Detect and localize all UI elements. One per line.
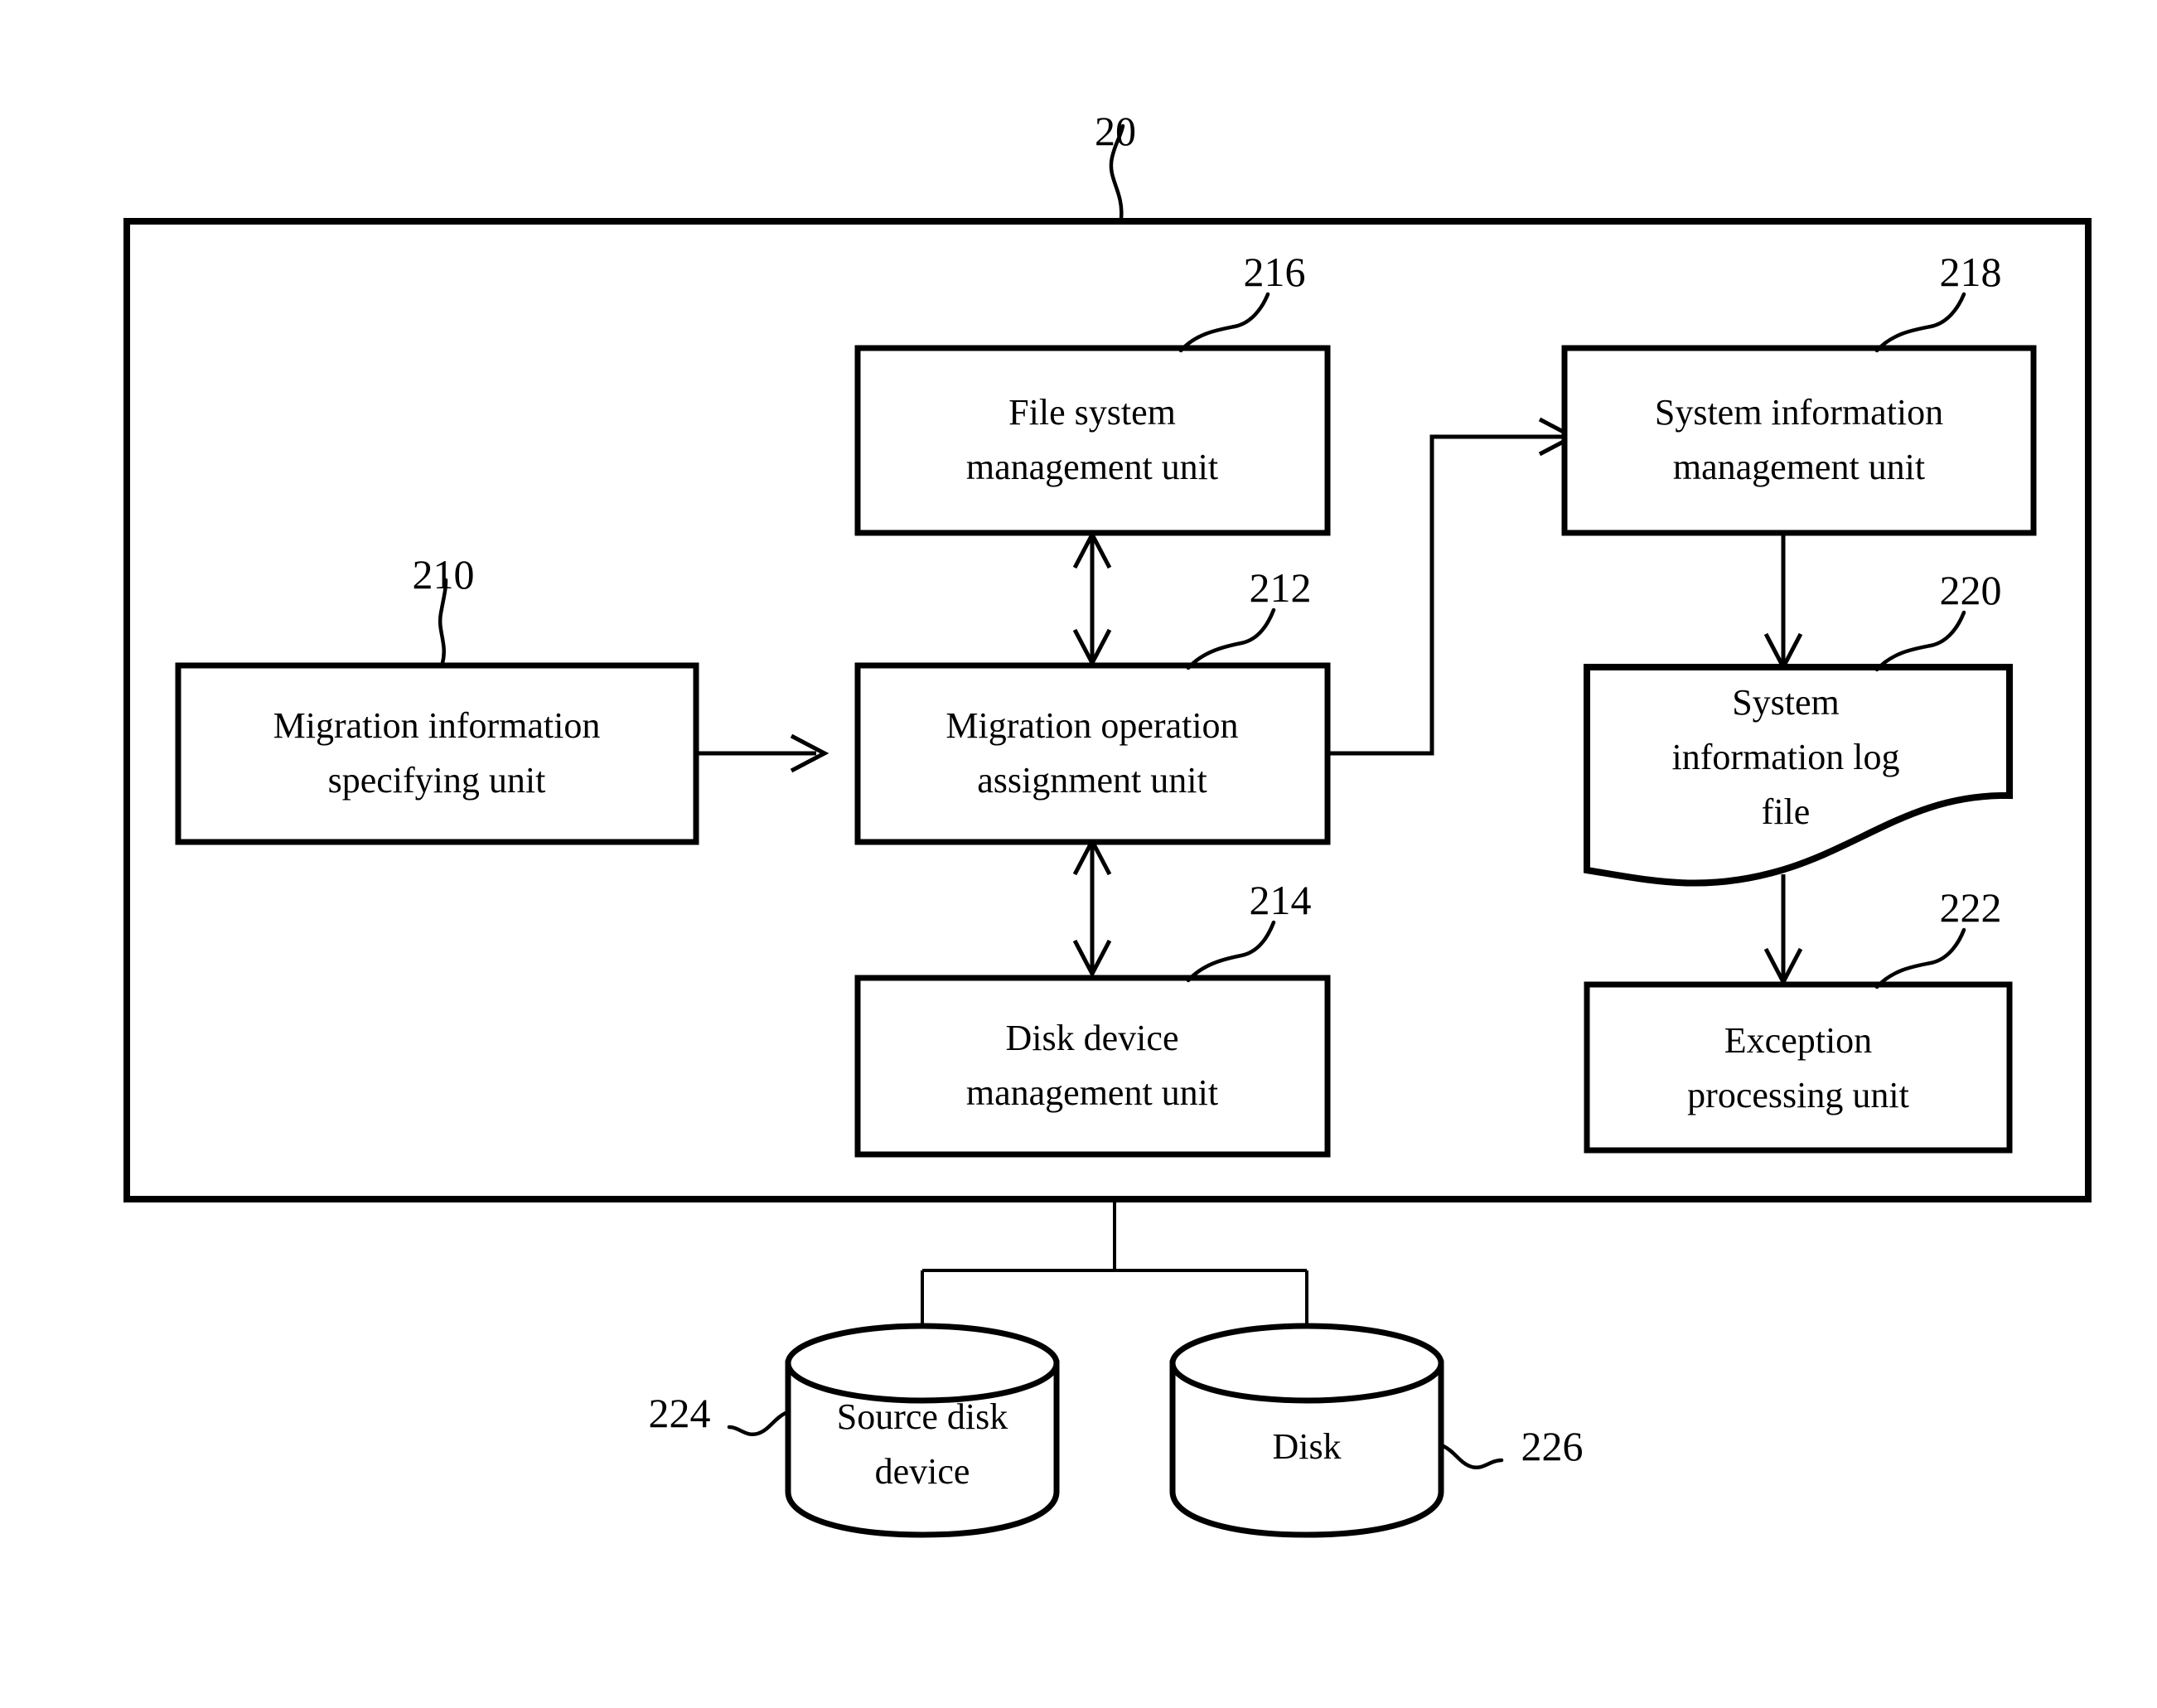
exception-processing-unit-label-line-1: Exception: [1724, 1020, 1872, 1061]
disk-device-management-unit-label-line-1: Disk device: [1006, 1018, 1179, 1058]
patent-block-diagram: 20 File system management unit 216 Syste…: [123, 108, 2092, 1538]
block-system-information-management-unit: System information management unit 218: [1561, 249, 2037, 536]
exception-processing-unit-label-line-2: processing unit: [1687, 1075, 1909, 1115]
disk-label-line-1: Disk: [1272, 1426, 1341, 1467]
ref-num-224: 224: [649, 1390, 711, 1436]
system-information-management-unit-label-line-1: System information: [1655, 392, 1943, 433]
block-file-system-management-unit: File system management unit 216: [854, 249, 1331, 536]
storage-disk: Disk 226: [1169, 1323, 1584, 1538]
source-disk-device-label-line-2: device: [875, 1451, 970, 1492]
ref-num-222: 222: [1940, 884, 2002, 931]
leader-line-214: [1186, 920, 1276, 983]
file-system-management-unit-label-line-1: File system: [1008, 392, 1176, 433]
file-system-management-unit-box: [854, 345, 1331, 536]
leader-line-224: [727, 1410, 788, 1437]
ref-num-212: 212: [1250, 564, 1312, 611]
file-system-management-unit-label-line-2: management unit: [966, 447, 1218, 487]
migration-information-specifying-unit-label-line-1: Migration information: [273, 705, 601, 746]
disk-cylinder-top: [1169, 1323, 1444, 1404]
storage-source-disk-device: Source disk device 224: [649, 1323, 1060, 1538]
ref-num-226: 226: [1521, 1423, 1584, 1469]
figure-canvas: 20 File system management unit 216 Syste…: [0, 0, 2157, 1708]
block-migration-information-specifying-unit: Migration information specifying unit 21…: [175, 551, 699, 845]
leader-line-212: [1186, 607, 1276, 670]
ref-num-220: 220: [1940, 567, 2002, 613]
system-information-management-unit-label-line-2: management unit: [1673, 447, 1925, 487]
ref-num-214: 214: [1250, 877, 1312, 923]
connector-212-to-218: [1329, 434, 1565, 756]
migration-operation-assignment-unit-box: [854, 662, 1331, 845]
ref-num-216: 216: [1244, 249, 1306, 295]
system-information-log-file-label-line-3: file: [1762, 791, 1811, 832]
migration-information-specifying-unit-box: [175, 662, 699, 845]
leader-line-220: [1874, 610, 1966, 672]
connector-system-to-disks: [921, 1199, 1308, 1344]
disk-device-management-unit-box: [854, 975, 1331, 1158]
migration-information-specifying-unit-label-line-2: specifying unit: [328, 760, 546, 801]
source-disk-device-label-line-1: Source disk: [837, 1396, 1008, 1437]
ref-num-210: 210: [413, 551, 475, 598]
leader-line-218: [1874, 292, 1966, 353]
system-information-log-file-label-line-2: information log: [1672, 737, 1900, 777]
source-disk-device-cylinder-top: [785, 1323, 1060, 1404]
ref-num-20: 20: [1095, 108, 1136, 154]
system-information-log-file-label-line-1: System: [1732, 682, 1840, 723]
migration-operation-assignment-unit-label-line-1: Migration operation: [946, 705, 1238, 746]
block-system-information-log-file: System information log file 220: [1584, 567, 2013, 887]
disk-device-management-unit-label-line-2: management unit: [966, 1072, 1218, 1113]
ref-num-218: 218: [1940, 249, 2002, 295]
exception-processing-unit-box: [1584, 981, 2013, 1154]
leader-line-216: [1178, 292, 1270, 353]
migration-operation-assignment-unit-label-line-2: assignment unit: [977, 760, 1207, 801]
block-exception-processing-unit: Exception processing unit 222: [1584, 884, 2013, 1154]
leader-line-222: [1874, 927, 1966, 989]
system-information-management-unit-box: [1561, 345, 2037, 536]
leader-line-226: [1441, 1444, 1504, 1470]
